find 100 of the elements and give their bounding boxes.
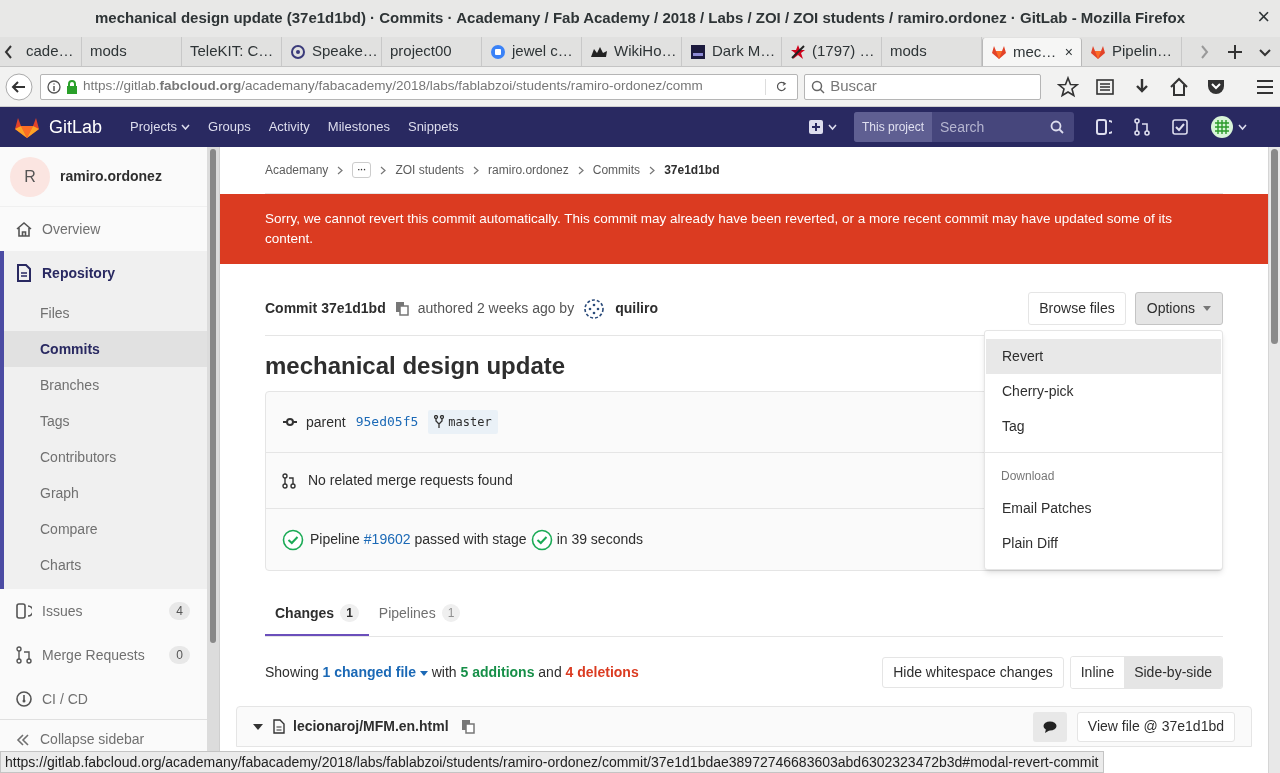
pipeline-label: Pipeline xyxy=(310,530,360,549)
nav-link[interactable]: Activity xyxy=(260,107,318,147)
menu-item[interactable]: Revert xyxy=(986,339,1221,374)
pipeline-link[interactable]: #19602 xyxy=(363,529,411,550)
commit-sha: 37e1d1bd xyxy=(321,299,386,318)
breadcrumb-current: 37e1d1bd xyxy=(664,162,720,179)
breadcrumb-link[interactable]: Commits xyxy=(592,161,641,179)
browser-tab[interactable]: Speake… xyxy=(282,37,382,66)
sidebar-subitem[interactable]: Files xyxy=(4,295,207,331)
copy-icon[interactable] xyxy=(394,301,409,316)
commit-icon xyxy=(282,417,298,427)
merge-request-icon xyxy=(282,472,296,489)
browser-tab[interactable]: (1797) … xyxy=(782,37,882,66)
todo-icon[interactable] xyxy=(1172,119,1188,135)
caret-down-icon xyxy=(419,670,428,676)
sidebar-item[interactable]: CI / CD xyxy=(0,677,207,721)
browser-tab[interactable]: Pipelin… xyxy=(1082,37,1182,66)
avatar-icon[interactable] xyxy=(1210,115,1250,139)
search-placeholder: Buscar xyxy=(830,76,877,97)
sidebar-item[interactable]: Merge Requests xyxy=(0,633,165,677)
window-title: mechanical design update (37e1d1bd) · Commits · Academany / Fab Academy / 2018 / Labs / ZOI / ZOI students / ramiro.ordonez · GitLab - Mozilla Firefox xyxy=(95,8,1185,29)
back-icon[interactable] xyxy=(4,71,34,102)
tab[interactable]: Changes 1 xyxy=(265,592,369,636)
browser-tab[interactable]: mods xyxy=(82,37,182,66)
project-name[interactable]: ramiro.ordonez xyxy=(60,166,162,187)
collapse-sidebar-link[interactable]: Collapse sidebar xyxy=(40,729,145,750)
copy-icon[interactable] xyxy=(460,719,475,734)
new-item-icon[interactable] xyxy=(808,117,840,137)
status-success-icon xyxy=(282,528,304,551)
breadcrumb-link[interactable]: ZOI students xyxy=(395,161,465,179)
search-placeholder: Search xyxy=(940,117,985,137)
changed-files-link[interactable]: 1 changed file xyxy=(322,664,428,680)
comment-icon xyxy=(1042,720,1057,733)
logo-icon xyxy=(290,43,306,60)
address-field[interactable]: https://gitlab.fabcloud.org/academany/fabacademy/2018/labs/fablabzoi/students/ramiro-ordonez/comm xyxy=(40,73,799,100)
gauge-icon xyxy=(16,691,32,707)
nav-link[interactable]: Projects xyxy=(122,107,198,147)
browser-tab[interactable]: jewel c… xyxy=(482,37,582,66)
more-button[interactable]: ··· xyxy=(352,162,372,178)
sidebar-subitem[interactable]: Branches xyxy=(4,367,207,403)
options-dropdown-button[interactable]: Options xyxy=(1134,292,1223,325)
scrollbar-thumb[interactable] xyxy=(1271,149,1278,344)
breadcrumb-link[interactable]: Academany xyxy=(265,161,329,179)
browser-tab[interactable]: cade… xyxy=(18,37,82,66)
project-avatar: R xyxy=(10,156,50,197)
menu-header: Download xyxy=(1000,468,1056,485)
brand-name[interactable]: GitLab xyxy=(49,113,103,141)
diff-summary-text: Showing 1 changed file with 5 additions and 4 deletions xyxy=(265,663,639,682)
merge-request-icon[interactable] xyxy=(1134,118,1150,136)
nav-link[interactable]: Groups xyxy=(200,107,259,147)
branch-badge[interactable]: master xyxy=(428,410,498,434)
nav-link[interactable]: Snippets xyxy=(399,107,467,147)
home-icon[interactable] xyxy=(1168,75,1190,98)
browse-files-button[interactable]: Browse files xyxy=(1028,292,1126,325)
browser-tab[interactable]: Dark M… xyxy=(682,37,782,66)
browser-tab[interactable]: TeleKIT: C… xyxy=(182,37,282,66)
close-button[interactable]: × xyxy=(1257,6,1270,28)
sidebar-item[interactable]: Overview xyxy=(0,207,207,251)
authored-text: authored 2 weeks ago by xyxy=(417,299,575,318)
sidebar-subitem[interactable]: Tags xyxy=(4,403,207,439)
hide-whitespace-button[interactable]: Hide whitespace changes xyxy=(882,657,1064,688)
sidebar-subitem[interactable]: Compare xyxy=(4,511,207,547)
star-icon xyxy=(790,43,806,60)
sidebar-subitem[interactable]: Contributors xyxy=(4,439,207,475)
info-icon xyxy=(47,79,61,94)
pipeline-duration-text: in 39 seconds xyxy=(556,530,644,549)
sidebar-subitem[interactable]: Commits xyxy=(4,331,207,367)
merge-request-icon xyxy=(16,646,32,664)
browser-tab[interactable]: mec… × xyxy=(982,38,1082,66)
search-field[interactable]: This project Search xyxy=(854,112,1074,142)
sidebar-subitem[interactable]: Graph xyxy=(4,475,207,511)
browser-tab[interactable]: WikiHo… xyxy=(582,37,682,66)
search-scope-badge: This project xyxy=(854,112,933,142)
logo-icon xyxy=(490,43,506,60)
scrollbar-thumb[interactable] xyxy=(210,149,216,643)
search-field[interactable]: Buscar xyxy=(804,73,1041,100)
tab[interactable]: Pipelines 1 xyxy=(368,592,471,636)
comment-button[interactable] xyxy=(1032,711,1067,742)
parent-sha-link[interactable]: 95ed05f5 xyxy=(355,412,419,432)
alert-message: Sorry, we cannot revert this commit automatically. This commit may already have been reverted, or a more recent commit may have updated some of its content. xyxy=(265,210,1174,248)
author-avatar-icon xyxy=(583,297,606,320)
count-badge: 4 xyxy=(169,602,190,620)
star-icon[interactable] xyxy=(1057,75,1079,98)
home-icon xyxy=(16,221,32,237)
breadcrumb-link[interactable]: ramiro.ordonez xyxy=(488,161,569,179)
sidebar-subitem[interactable]: Charts xyxy=(4,547,207,583)
chevron-right-icon xyxy=(380,165,387,175)
view-toggle-button[interactable]: Side-by-side xyxy=(1124,657,1222,688)
file-path: lecionaroj/MFM.en.html xyxy=(293,717,449,736)
commit-label: Commit xyxy=(265,299,318,318)
browser-tab[interactable]: project00 xyxy=(382,37,482,66)
collapse-caret-icon[interactable] xyxy=(253,723,263,730)
view-file-button[interactable]: View file @ 37e1d1bd xyxy=(1076,711,1235,742)
issues-icon[interactable] xyxy=(1096,118,1112,136)
author-link[interactable]: quiliro xyxy=(615,298,658,319)
nav-link[interactable]: Milestones xyxy=(319,107,398,147)
chevron-down-icon xyxy=(181,124,190,130)
sidebar-item[interactable]: Issues xyxy=(0,589,165,633)
tab-close-button[interactable]: × xyxy=(1064,41,1073,63)
sidebar-item[interactable]: Repository xyxy=(4,251,207,295)
